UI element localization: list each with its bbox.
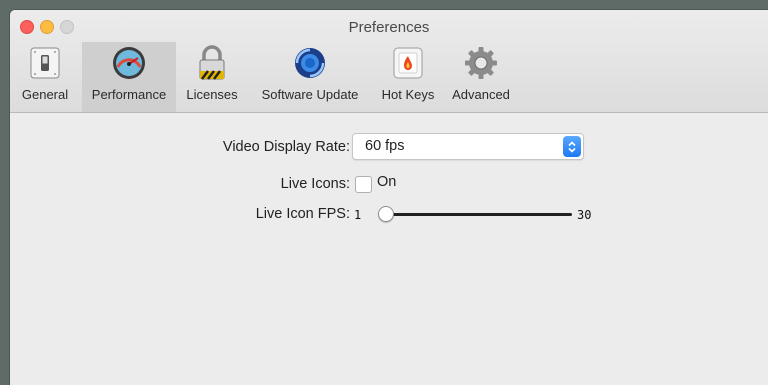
tab-software-update-label: Software Update [261, 87, 359, 102]
tab-licenses-label: Licenses [186, 87, 238, 102]
tab-advanced[interactable]: Advanced [446, 42, 516, 112]
gear-icon [463, 45, 499, 81]
live-icon-fps-label: Live Icon FPS: [255, 206, 350, 222]
title-bar: Preferences General Performance Licenses… [10, 10, 768, 113]
flame-key-icon [390, 45, 426, 81]
tab-software-update[interactable]: Software Update [250, 42, 370, 112]
live-icon-fps-slider-knob[interactable] [378, 206, 394, 222]
tab-performance-label: Performance [91, 87, 167, 102]
tab-licenses[interactable]: Licenses [180, 42, 244, 112]
sync-icon [292, 45, 328, 81]
live-icon-fps-slider-track[interactable] [382, 213, 572, 216]
gauge-icon [111, 45, 147, 81]
tab-general[interactable]: General [14, 42, 76, 112]
live-icons-label: Live Icons: [280, 176, 350, 192]
live-icons-checkbox[interactable] [355, 176, 372, 193]
live-icons-checkbox-label[interactable]: On [377, 174, 396, 190]
tab-advanced-label: Advanced [452, 87, 510, 102]
video-display-rate-value: 60 fps [365, 138, 405, 154]
video-display-rate-select[interactable]: 60 fps [352, 133, 584, 160]
video-display-rate-label: Video Display Rate: [222, 139, 350, 155]
lock-icon [194, 45, 230, 81]
window-title: Preferences [348, 19, 430, 36]
tab-hot-keys-label: Hot Keys [381, 87, 435, 102]
preferences-window: Preferences General Performance Licenses… [10, 10, 768, 385]
slider-min-label: 1 [354, 208, 362, 222]
tab-performance[interactable]: Performance [82, 42, 176, 112]
slider-max-label: 30 [577, 208, 592, 222]
tab-general-label: General [21, 87, 69, 102]
switch-icon [27, 45, 63, 81]
chevron-up-down-icon [563, 136, 581, 157]
tab-hot-keys[interactable]: Hot Keys [374, 42, 442, 112]
